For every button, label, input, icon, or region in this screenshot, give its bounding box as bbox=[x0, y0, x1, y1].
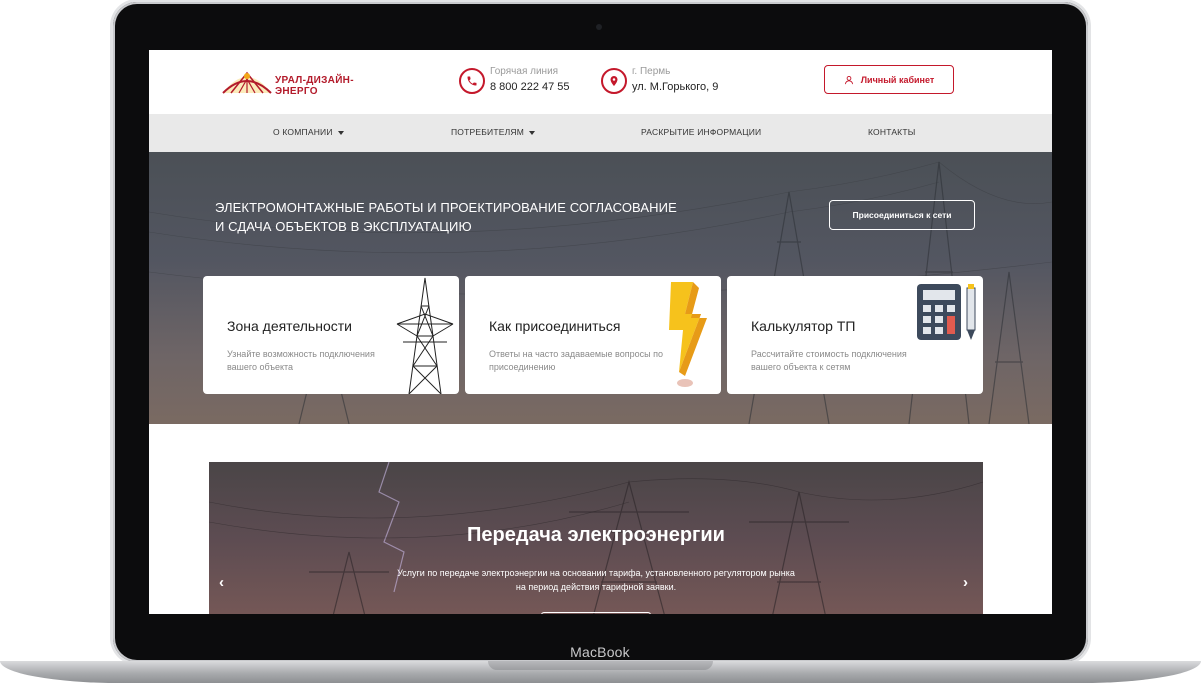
camera bbox=[596, 24, 602, 30]
chevron-down-icon bbox=[529, 130, 535, 135]
calculator-icon bbox=[917, 284, 976, 340]
nav-item-disclosure[interactable]: РАСКРЫТИЕ ИНФОРМАЦИИ bbox=[641, 127, 761, 137]
slide-text-line: на период действия тарифной заявки. bbox=[515, 582, 677, 592]
slide-more-button[interactable] bbox=[541, 612, 651, 614]
card-text: Ответы на часто задаваемые вопросы по пр… bbox=[489, 349, 663, 372]
card-title: Зона деятельности bbox=[227, 318, 352, 334]
card-title: Как присоединиться bbox=[489, 318, 621, 334]
browser-viewport: УРАЛ-ДИЗАЙН-ЭНЕРГО Горячая линия 8 800 2… bbox=[149, 50, 1052, 614]
hotline-label: Горячая линия bbox=[490, 66, 559, 77]
card-how-to-connect[interactable]: Как присоединиться Ответы на часто задав… bbox=[465, 276, 721, 394]
card-text: Узнайте возможность подключения вашего о… bbox=[227, 349, 375, 372]
nav-item-contacts[interactable]: КОНТАКТЫ bbox=[868, 127, 915, 137]
company-logo[interactable]: УРАЛ-ДИЗАЙН-ЭНЕРГО bbox=[217, 67, 382, 97]
join-network-button[interactable]: Присоединиться к сети bbox=[829, 200, 975, 230]
map-pin-icon bbox=[601, 68, 627, 94]
personal-account-label: Личный кабинет bbox=[860, 74, 935, 85]
nav-label: КОНТАКТЫ bbox=[868, 127, 916, 137]
nav-label: РАСКРЫТИЕ ИНФОРМАЦИИ bbox=[641, 127, 762, 137]
card-calculator[interactable]: Калькулятор ТП Рассчитайте стоимость под… bbox=[727, 276, 983, 394]
slide-title: Передача электроэнергии bbox=[467, 524, 725, 546]
carousel-next-arrow[interactable]: › bbox=[963, 574, 968, 591]
carousel-prev-arrow[interactable]: ‹ bbox=[219, 574, 224, 591]
card-activity-zone[interactable]: Зона деятельности Узнайте возможность по… bbox=[203, 276, 459, 394]
hero-banner: ЭЛЕКТРОМОНТАЖНЫЕ РАБОТЫ И ПРОЕКТИРОВАНИЕ… bbox=[149, 152, 1052, 424]
laptop-notch bbox=[488, 661, 713, 670]
address-contact: г. Пермь ул. М.Горького, 9 bbox=[601, 66, 741, 98]
personal-account-button[interactable]: Личный кабинет bbox=[824, 65, 954, 94]
card-title: Калькулятор ТП bbox=[751, 318, 856, 334]
user-icon bbox=[844, 75, 853, 84]
lightning-bolt-icon bbox=[669, 282, 707, 387]
chevron-down-icon bbox=[337, 130, 344, 135]
hero-title-line: ЭЛЕКТРОМОНТАЖНЫЕ РАБОТЫ И ПРОЕКТИРОВАНИЕ… bbox=[215, 200, 677, 215]
nav-item-about[interactable]: О КОМПАНИИ bbox=[273, 127, 344, 137]
power-tower-icon bbox=[396, 277, 454, 394]
nav-label: ПОТРЕБИТЕЛЯМ bbox=[451, 127, 524, 137]
nav-item-consumers[interactable]: ПОТРЕБИТЕЛЯМ bbox=[451, 127, 535, 137]
phone-icon bbox=[459, 68, 485, 94]
hotline-number[interactable]: 8 800 222 47 55 bbox=[490, 81, 570, 93]
slide-text-line: Услуги по передаче электроэнергии на осн… bbox=[397, 568, 795, 578]
hotline-contact[interactable]: Горячая линия 8 800 222 47 55 bbox=[459, 66, 589, 98]
device-brand-label: MacBook bbox=[570, 644, 630, 660]
address-city: г. Пермь bbox=[632, 66, 671, 77]
address-street: ул. М.Горького, 9 bbox=[632, 81, 719, 93]
logo-emblem-icon bbox=[222, 71, 272, 94]
card-text: Рассчитайте стоимость подключения вашего… bbox=[751, 349, 907, 372]
nav-label: О КОМПАНИИ bbox=[273, 127, 333, 137]
hero-title: ЭЛЕКТРОМОНТАЖНЫЕ РАБОТЫ И ПРОЕКТИРОВАНИЕ… bbox=[215, 198, 735, 236]
hero-title-line: И СДАЧА ОБЪЕКТОВ В ЭКСПЛУАТАЦИЮ bbox=[215, 219, 472, 234]
main-nav: О КОМПАНИИ ПОТРЕБИТЕЛЯМ РАСКРЫТИЕ ИНФОРМ… bbox=[149, 114, 1052, 152]
carousel-slide: Передача электроэнергии Услуги по переда… bbox=[209, 462, 983, 614]
slide-text: Услуги по передаче электроэнергии на осн… bbox=[359, 566, 833, 594]
logo-text: УРАЛ-ДИЗАЙН-ЭНЕРГО bbox=[275, 75, 354, 97]
site-header: УРАЛ-ДИЗАЙН-ЭНЕРГО Горячая линия 8 800 2… bbox=[149, 50, 1052, 114]
